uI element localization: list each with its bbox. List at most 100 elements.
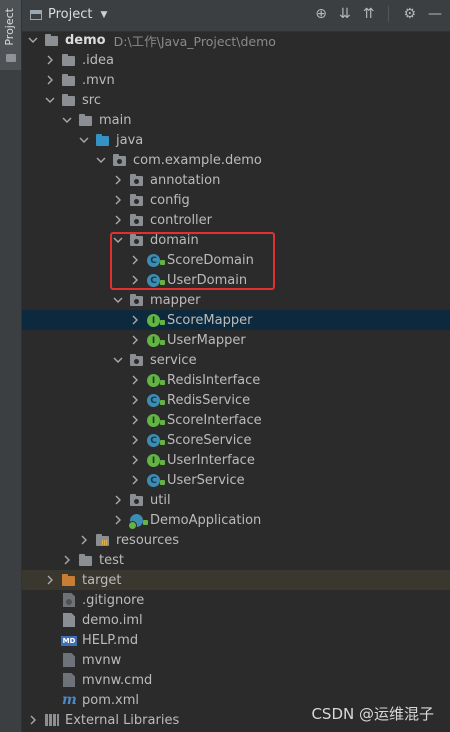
tree-row[interactable]: test	[22, 550, 450, 570]
chevron-right-icon[interactable]	[113, 515, 123, 525]
chevron-down-icon[interactable]	[62, 115, 72, 125]
tree-row[interactable]: C UserService	[22, 470, 450, 490]
tree-item-label: config	[150, 192, 190, 208]
tree-row[interactable]: util	[22, 490, 450, 510]
tree-row[interactable]: mapper	[22, 290, 450, 310]
chevron-right-icon[interactable]	[113, 195, 123, 205]
markdown-file-icon: MD	[61, 636, 77, 646]
chevron-right-icon[interactable]	[130, 335, 140, 345]
locate-icon[interactable]: ⊕	[315, 6, 327, 22]
tree-row[interactable]: demo D:\工作\Java_Project\demo	[22, 30, 450, 50]
tree-item-label: ScoreInterface	[167, 412, 262, 428]
tree-row[interactable]: resources	[22, 530, 450, 550]
tree-row[interactable]: config	[22, 190, 450, 210]
chevron-right-icon[interactable]	[79, 535, 89, 545]
tree-row[interactable]: main	[22, 110, 450, 130]
chevron-right-icon[interactable]	[45, 55, 55, 65]
tree-row[interactable]: .gitignore	[22, 590, 450, 610]
tree-row[interactable]: .idea	[22, 50, 450, 70]
tree-item-label: util	[150, 492, 171, 508]
tree-item-label: service	[150, 352, 197, 368]
tree-row[interactable]: src	[22, 90, 450, 110]
tree-row[interactable]: java	[22, 130, 450, 150]
tree-item-label: RedisService	[167, 392, 251, 408]
tree-item-label: UserInterface	[167, 452, 255, 468]
chevron-right-icon[interactable]	[130, 455, 140, 465]
tree-item-label: .idea	[82, 52, 114, 68]
chevron-right-icon[interactable]	[130, 415, 140, 425]
chevron-down-icon[interactable]	[28, 35, 38, 45]
excluded-folder-icon	[61, 573, 77, 587]
chevron-right-icon[interactable]	[130, 315, 140, 325]
tree-item-label: mvnw.cmd	[82, 672, 153, 688]
window-icon	[30, 9, 42, 20]
toolbar-divider	[388, 6, 390, 22]
toolbar-actions: ⊕ ⇊ ⇈ ⚙ —	[315, 6, 442, 22]
project-view-selector[interactable]: Project ▼	[30, 7, 107, 22]
tree-row[interactable]: com.example.demo	[22, 150, 450, 170]
watermark: CSDN @运维混子	[311, 705, 434, 723]
tree-row[interactable]: I RedisInterface	[22, 370, 450, 390]
package-icon	[129, 293, 145, 307]
chevron-right-icon[interactable]	[130, 395, 140, 405]
package-icon	[129, 493, 145, 507]
package-icon	[129, 213, 145, 227]
tree-item-label: demo	[65, 32, 106, 48]
tree-row[interactable]: target	[22, 570, 450, 590]
chevron-right-icon[interactable]	[113, 495, 123, 505]
chevron-right-icon[interactable]	[130, 375, 140, 385]
hide-icon[interactable]: —	[428, 6, 442, 22]
chevron-right-icon[interactable]	[130, 435, 140, 445]
collapse-all-icon[interactable]: ⇈	[363, 6, 375, 22]
tree-row[interactable]: MD HELP.md	[22, 630, 450, 650]
interface-icon: I	[146, 313, 165, 327]
tree-row[interactable]: I ScoreInterface	[22, 410, 450, 430]
chevron-right-icon[interactable]	[45, 575, 55, 585]
interface-icon: I	[146, 413, 165, 427]
chevron-down-icon[interactable]	[113, 355, 123, 365]
tree-row[interactable]: mvnw.cmd	[22, 670, 450, 690]
tree-row[interactable]: I UserMapper	[22, 330, 450, 350]
tree-row[interactable]: .mvn	[22, 70, 450, 90]
tree-row[interactable]: controller	[22, 210, 450, 230]
chevron-down-icon[interactable]	[113, 295, 123, 305]
tree-row[interactable]: I ScoreMapper	[22, 310, 450, 330]
tree-item-label: DemoApplication	[150, 512, 262, 528]
chevron-right-icon[interactable]	[45, 75, 55, 85]
gear-icon[interactable]: ⚙	[403, 6, 416, 22]
tree-row[interactable]: DemoApplication	[22, 510, 450, 530]
script-file-icon	[61, 673, 77, 687]
tree-row[interactable]: C ScoreService	[22, 430, 450, 450]
interface-icon: I	[146, 333, 165, 347]
package-icon	[129, 173, 145, 187]
tree-item-label: annotation	[150, 172, 221, 188]
folder-icon	[61, 73, 77, 87]
expand-all-icon[interactable]: ⇊	[339, 6, 351, 22]
tree-item-label: test	[99, 552, 124, 568]
chevron-down-icon[interactable]	[45, 95, 55, 105]
chevron-down-icon[interactable]	[96, 155, 106, 165]
chevron-right-icon[interactable]	[62, 555, 72, 565]
tree-item-label: HELP.md	[82, 632, 139, 648]
tree-row[interactable]: annotation	[22, 170, 450, 190]
source-folder-icon	[95, 133, 111, 147]
chevron-right-icon[interactable]	[113, 215, 123, 225]
chevron-down-icon[interactable]	[79, 135, 89, 145]
tree-row[interactable]: I UserInterface	[22, 450, 450, 470]
script-file-icon	[61, 653, 77, 667]
package-icon	[129, 193, 145, 207]
tree-row[interactable]: service	[22, 350, 450, 370]
package-icon	[112, 153, 128, 167]
tree-row[interactable]: mvnw	[22, 650, 450, 670]
folder-icon	[44, 33, 60, 47]
folder-icon	[61, 93, 77, 107]
chevron-right-icon[interactable]	[130, 475, 140, 485]
project-tool-tab[interactable]: Project	[0, 0, 21, 70]
tree-item-label: ScoreMapper	[167, 312, 253, 328]
chevron-right-icon[interactable]	[28, 715, 38, 725]
chevron-right-icon[interactable]	[113, 175, 123, 185]
tree-row[interactable]: demo.iml	[22, 610, 450, 630]
tree-row[interactable]: C RedisService	[22, 390, 450, 410]
tree-item-label: resources	[116, 532, 180, 548]
tree-item-label: .gitignore	[82, 592, 145, 608]
